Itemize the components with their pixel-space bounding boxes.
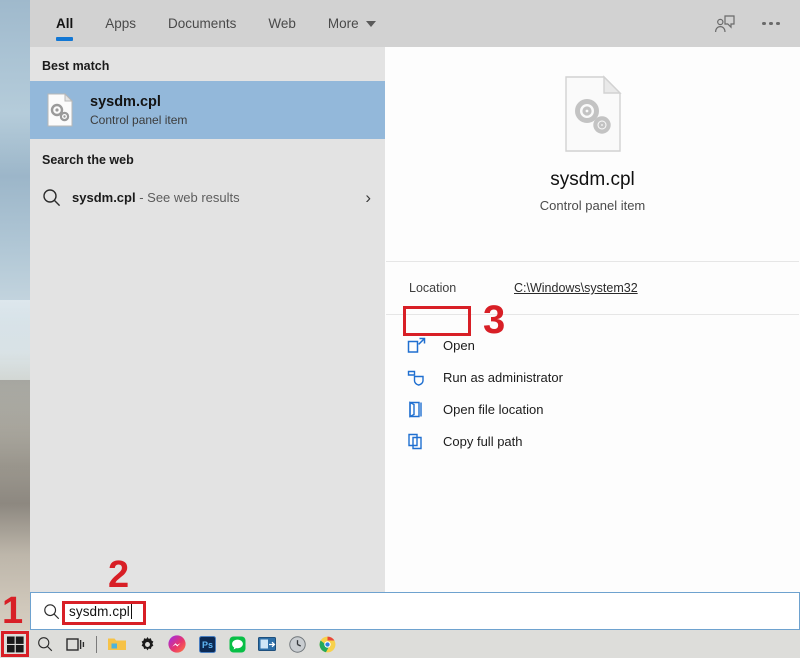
photoshop-icon[interactable]: Ps [192, 630, 222, 658]
action-run-as-administrator[interactable]: Run as administrator [385, 361, 800, 393]
control-panel-file-icon [42, 93, 78, 127]
search-icon [42, 188, 72, 207]
preview-title: sysdm.cpl [385, 169, 800, 191]
action-run-as-administrator-label: Run as administrator [443, 370, 563, 385]
preview-subtitle: Control panel item [385, 198, 800, 213]
action-list: Open Run as administrator [385, 315, 800, 457]
open-icon [407, 337, 437, 354]
taskbar: Ps [0, 630, 800, 658]
chevron-right-icon[interactable]: › [365, 189, 371, 206]
tab-all-label: All [56, 16, 73, 31]
tab-apps[interactable]: Apps [89, 0, 152, 47]
annotation-box-open [403, 306, 471, 336]
location-label: Location [409, 281, 514, 295]
tab-documents-label: Documents [168, 16, 236, 31]
web-result-query: sysdm.cpl [72, 190, 136, 205]
search-tabbar: All Apps Documents Web More [30, 0, 800, 47]
preview-spacer [385, 213, 800, 261]
more-options-icon[interactable] [758, 11, 784, 37]
tab-more[interactable]: More [312, 0, 392, 47]
clock-icon[interactable] [282, 630, 312, 658]
wallpaper-shadow [0, 380, 30, 475]
remote-desktop-icon[interactable] [252, 630, 282, 658]
tab-all[interactable]: All [40, 0, 89, 47]
folder-open-icon [407, 401, 437, 418]
tab-documents[interactable]: Documents [152, 0, 252, 47]
web-result-item[interactable]: sysdm.cpl - See web results › [30, 175, 385, 219]
location-link[interactable]: C:\Windows\system32 [514, 281, 638, 295]
results-panel: Best match sysdm.cpl Control panel item … [30, 47, 385, 592]
result-item-sysdm-cpl[interactable]: sysdm.cpl Control panel item [30, 81, 385, 139]
web-result-label: sysdm.cpl - See web results [72, 190, 240, 205]
action-open-file-location-label: Open file location [443, 402, 543, 417]
screen: All Apps Documents Web More [0, 0, 800, 658]
annotation-box-search-text [62, 601, 146, 625]
web-result-suffix: - See web results [136, 190, 240, 205]
action-open-file-location[interactable]: Open file location [385, 393, 800, 425]
chrome-icon[interactable] [312, 630, 342, 658]
tab-apps-label: Apps [105, 16, 136, 31]
preview-hero: sysdm.cpl Control panel item [385, 47, 800, 213]
best-match-heading: Best match [30, 47, 385, 81]
taskbar-search-icon[interactable] [30, 630, 60, 658]
taskbar-separator [90, 630, 102, 658]
chevron-down-icon [366, 21, 376, 27]
annotation-number-2: 2 [108, 556, 129, 594]
ellipsis-glyph [762, 22, 780, 26]
action-copy-full-path-label: Copy full path [443, 434, 523, 449]
result-item-subtitle: Control panel item [90, 113, 187, 127]
feedback-icon[interactable] [712, 11, 738, 37]
result-item-title: sysdm.cpl [90, 93, 187, 111]
tab-list: All Apps Documents Web More [30, 0, 392, 47]
messenger-icon[interactable] [162, 630, 192, 658]
tab-web-label: Web [268, 16, 296, 31]
result-item-text: sysdm.cpl Control panel item [90, 93, 187, 127]
tab-more-label: More [328, 16, 359, 31]
shield-run-icon [407, 369, 437, 386]
line-icon[interactable] [222, 630, 252, 658]
file-explorer-icon[interactable] [102, 630, 132, 658]
wallpaper-highlight [0, 300, 30, 360]
control-panel-file-icon-large [562, 75, 624, 153]
action-open-label: Open [443, 338, 475, 353]
search-the-web-heading: Search the web [30, 139, 385, 175]
action-copy-full-path[interactable]: Copy full path [385, 425, 800, 457]
annotation-number-3: 3 [483, 300, 505, 340]
copy-icon [407, 433, 437, 450]
settings-gear-icon[interactable] [132, 630, 162, 658]
tab-web[interactable]: Web [252, 0, 312, 47]
tabbar-actions [712, 0, 800, 47]
desktop-wallpaper [0, 0, 30, 630]
task-view-icon[interactable] [60, 630, 90, 658]
annotation-number-1: 1 [2, 592, 23, 630]
svg-text:Ps: Ps [201, 640, 212, 650]
annotation-box-start-button [1, 631, 29, 657]
